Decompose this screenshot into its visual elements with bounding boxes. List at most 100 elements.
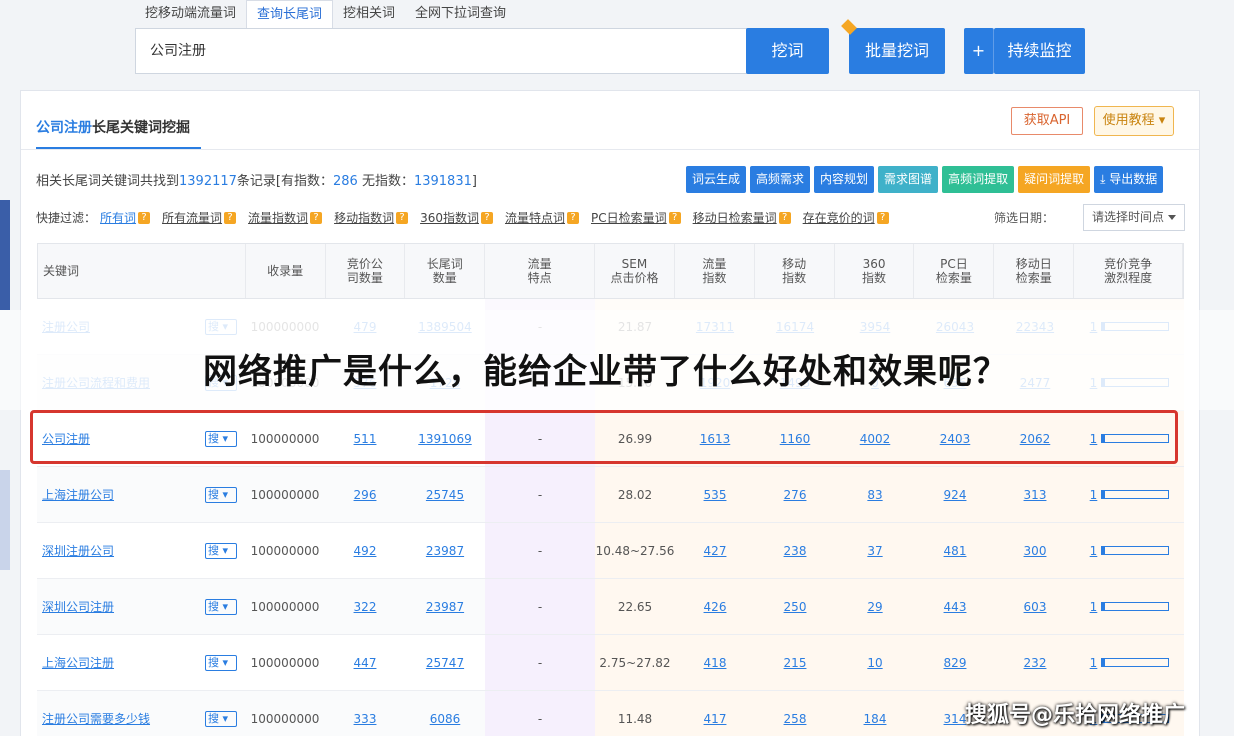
table-cell[interactable]: 447 xyxy=(354,656,377,670)
table-cell[interactable]: 603 xyxy=(1024,600,1047,614)
get-api-button[interactable]: 获取API xyxy=(1011,107,1083,135)
help-icon[interactable]: ? xyxy=(310,211,323,224)
search-dropdown-button[interactable]: 搜 ▾ xyxy=(205,655,237,671)
table-cell[interactable]: 25745 xyxy=(426,488,464,502)
competition-value[interactable]: 1 xyxy=(1090,544,1098,558)
keyword-link[interactable]: 上海注册公司 xyxy=(42,486,114,503)
table-cell[interactable]: 481 xyxy=(944,544,967,558)
table-cell[interactable]: 23987 xyxy=(426,544,464,558)
help-icon[interactable]: ? xyxy=(668,211,681,224)
column-header[interactable]: 移动 指数 xyxy=(755,244,835,298)
tab-dropdown[interactable]: 全网下拉词查询 xyxy=(405,0,516,28)
tab-longtail[interactable]: 查询长尾词 xyxy=(246,0,334,28)
table-cell[interactable]: 37 xyxy=(867,544,882,558)
table-cell[interactable]: 535 xyxy=(704,488,727,502)
column-header[interactable]: 竞价竞争 激烈程度 xyxy=(1074,244,1183,298)
table-cell[interactable]: 258 xyxy=(784,712,807,726)
help-icon[interactable]: ? xyxy=(778,211,791,224)
keyword-link[interactable]: 注册公司需要多少钱 xyxy=(42,710,150,727)
search-dropdown-button[interactable]: 搜 ▾ xyxy=(205,487,237,503)
table-cell[interactable]: 418 xyxy=(704,656,727,670)
table-cell[interactable]: 250 xyxy=(784,600,807,614)
table-cell[interactable]: 29 xyxy=(867,600,882,614)
batch-mine-button[interactable]: 批量挖词 xyxy=(849,28,945,74)
help-icon[interactable]: ? xyxy=(138,211,151,224)
filter-link[interactable]: 流量特点词 xyxy=(505,209,565,226)
action-button[interactable]: 高频需求 xyxy=(750,166,811,193)
table-cell[interactable]: 492 xyxy=(354,544,377,558)
column-header[interactable]: SEM 点击价格 xyxy=(595,244,675,298)
help-icon[interactable]: ? xyxy=(876,211,889,224)
help-icon[interactable]: ? xyxy=(224,211,237,224)
search-dropdown-button[interactable]: 搜 ▾ xyxy=(205,599,237,615)
keyword-link[interactable]: 上海公司注册 xyxy=(42,654,114,671)
search-dropdown-button[interactable]: 搜 ▾ xyxy=(205,543,237,559)
table-cell[interactable]: 215 xyxy=(784,656,807,670)
filter-link[interactable]: 360指数词 xyxy=(420,209,479,226)
column-header[interactable]: 收录量 xyxy=(246,244,326,298)
table-cell[interactable]: 417 xyxy=(704,712,727,726)
action-button[interactable]: 高频词提取 xyxy=(942,166,1015,193)
filter-link[interactable]: 移动日检索量词 xyxy=(693,209,777,226)
action-button[interactable]: 疑问词提取 xyxy=(1018,166,1091,193)
competition-value[interactable]: 1 xyxy=(1090,600,1098,614)
table-cell[interactable]: 322 xyxy=(354,600,377,614)
tab-related[interactable]: 挖相关词 xyxy=(333,0,405,28)
table-cell[interactable]: 276 xyxy=(784,488,807,502)
filter-link[interactable]: 所有词 xyxy=(100,209,136,226)
date-select[interactable]: 请选择时间点 xyxy=(1083,204,1185,231)
column-header[interactable]: PC日 检索量 xyxy=(914,244,995,298)
action-button[interactable]: 需求图谱 xyxy=(878,166,939,193)
filter-link[interactable]: 流量指数词 xyxy=(248,209,308,226)
table-cell[interactable]: 25747 xyxy=(426,656,464,670)
help-icon[interactable]: ? xyxy=(480,211,493,224)
filter-link[interactable]: 存在竞价的词 xyxy=(803,209,875,226)
table-cell[interactable]: 426 xyxy=(704,600,727,614)
keyword-link[interactable]: 深圳公司注册 xyxy=(42,598,114,615)
panel-divider xyxy=(21,149,1199,150)
competition-value[interactable]: 1 xyxy=(1090,656,1098,670)
table-cell[interactable]: 333 xyxy=(354,712,377,726)
table-cell[interactable]: 300 xyxy=(1024,544,1047,558)
keyword-link[interactable]: 深圳注册公司 xyxy=(42,542,114,559)
competition-value[interactable]: 1 xyxy=(1090,488,1098,502)
table-cell[interactable]: 924 xyxy=(944,488,967,502)
table-cell[interactable]: 184 xyxy=(864,712,887,726)
column-header[interactable]: 流量 特点 xyxy=(485,244,596,298)
action-button[interactable]: 词云生成 xyxy=(686,166,747,193)
action-button[interactable]: 内容规划 xyxy=(814,166,875,193)
tab-mobile-words[interactable]: 挖移动端流量词 xyxy=(135,0,246,28)
table-cell[interactable]: 23987 xyxy=(426,600,464,614)
filter-link[interactable]: 移动指数词 xyxy=(334,209,394,226)
help-icon[interactable]: ? xyxy=(396,211,409,224)
column-header[interactable]: 移动日 检索量 xyxy=(994,244,1075,298)
table-cell[interactable]: 829 xyxy=(944,656,967,670)
table-cell[interactable]: 10 xyxy=(867,656,882,670)
table-cell[interactable]: 443 xyxy=(944,600,967,614)
table-cell[interactable]: 83 xyxy=(867,488,882,502)
column-header[interactable]: 长尾词 数量 xyxy=(405,244,486,298)
search-input[interactable]: 公司注册 xyxy=(135,28,747,74)
table-cell[interactable]: 238 xyxy=(784,544,807,558)
filter-link[interactable]: PC日检索量词 xyxy=(591,209,667,226)
table-cell[interactable]: 313 xyxy=(1024,488,1047,502)
column-header[interactable]: 360 指数 xyxy=(835,244,915,298)
tutorial-button[interactable]: 使用教程 ▾ xyxy=(1094,106,1174,136)
filter-link[interactable]: 所有流量词 xyxy=(162,209,222,226)
column-header[interactable]: 流量 指数 xyxy=(675,244,755,298)
add-monitor-button[interactable]: + xyxy=(964,28,994,74)
mine-button[interactable]: 挖词 xyxy=(746,28,829,74)
table-cell[interactable]: 232 xyxy=(1024,656,1047,670)
table-cell[interactable]: 296 xyxy=(354,488,377,502)
column-header[interactable]: 竞价公 司数量 xyxy=(326,244,406,298)
table-cell[interactable]: 6086 xyxy=(430,712,461,726)
table-cell: 22.65 xyxy=(617,599,653,614)
table-cell: - xyxy=(537,487,543,502)
help-icon[interactable]: ? xyxy=(567,211,579,224)
monitor-button[interactable]: 持续监控 xyxy=(994,28,1085,74)
column-header[interactable]: 关键词 xyxy=(38,244,246,298)
action-button[interactable]: ⤓ 导出数据 xyxy=(1094,166,1164,193)
table-cell[interactable]: 427 xyxy=(704,544,727,558)
search-dropdown-button[interactable]: 搜 ▾ xyxy=(205,711,237,727)
table-cell[interactable]: 314 xyxy=(944,712,967,726)
